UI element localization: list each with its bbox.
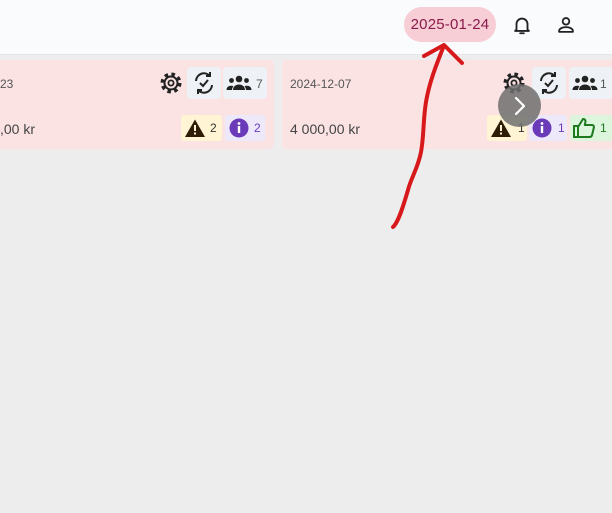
participants-button[interactable]: 7	[223, 67, 267, 99]
approvals-count: 1	[600, 121, 607, 135]
info-icon	[229, 118, 249, 138]
group-icon	[226, 75, 252, 90]
participants-count: 7	[256, 77, 263, 91]
card-date: 23	[0, 77, 14, 91]
info-count: 2	[254, 121, 261, 135]
person-icon[interactable]	[555, 14, 577, 36]
thumbs-up-icon	[573, 118, 595, 138]
info-count: 1	[558, 121, 565, 135]
current-date-badge[interactable]: 2025-01-24	[404, 7, 496, 42]
event-card[interactable]: 2024-12-07 4 000,00 kr 1 1 1 1	[282, 60, 612, 149]
chevron-right-icon	[514, 96, 526, 116]
sync-check-icon	[195, 72, 213, 94]
card-date: 2024-12-07	[290, 77, 352, 91]
warnings-count: 2	[210, 121, 217, 135]
approvals-chip[interactable]: 1	[570, 115, 612, 141]
warning-icon	[185, 119, 205, 137]
card-amount: ,00 kr	[0, 121, 36, 137]
top-bar: 2025-01-24	[0, 0, 612, 55]
info-chip[interactable]: 2	[225, 115, 265, 141]
group-icon	[572, 75, 598, 90]
next-button[interactable]	[498, 84, 541, 127]
sync-check-button[interactable]	[187, 67, 221, 99]
event-card[interactable]: 23 ,00 kr 7 2 2	[0, 60, 274, 149]
bell-icon[interactable]	[511, 14, 533, 36]
participants-button[interactable]: 1	[569, 67, 612, 99]
warnings-chip[interactable]: 2	[181, 115, 222, 141]
participants-count: 1	[600, 77, 607, 91]
card-amount: 4 000,00 kr	[290, 121, 361, 137]
gear-icon[interactable]	[155, 67, 187, 99]
